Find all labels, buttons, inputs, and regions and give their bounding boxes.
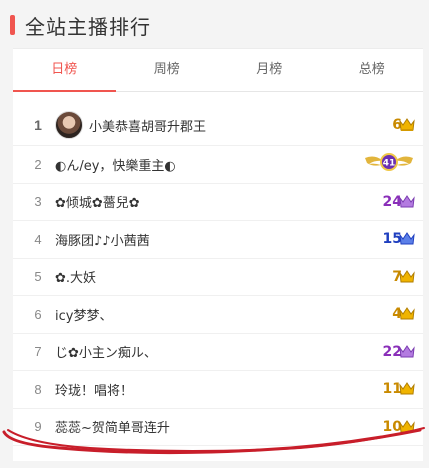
tab-weekly[interactable]: 周榜 bbox=[116, 49, 219, 91]
winged-crest-icon: 41 bbox=[363, 152, 415, 176]
tab-monthly[interactable]: 月榜 bbox=[218, 49, 321, 91]
level-badge: 4 bbox=[392, 306, 415, 322]
list-item[interactable]: 4 海豚团♪♪小茜茜 15 bbox=[13, 221, 423, 259]
rank-number: 7 bbox=[34, 344, 42, 360]
anchor-name[interactable]: じ✿小主ン痴ル、 bbox=[55, 342, 157, 361]
list-item[interactable]: 5 ✿.大妖 7 bbox=[13, 259, 423, 296]
level-badge: 41 bbox=[363, 152, 415, 176]
list-item[interactable]: 7 じ✿小主ン痴ル、 22 bbox=[13, 334, 423, 371]
ranking-list: 1 小美恭喜胡哥升郡王 6 2 ◐ん/ey，快樂重主◐ 41 3 ✿倾城✿薔兒✿… bbox=[13, 105, 423, 446]
rank-number: 4 bbox=[34, 231, 42, 247]
list-item[interactable]: 6 icy梦梦、 4 bbox=[13, 296, 423, 334]
rank-number: 6 bbox=[34, 306, 42, 322]
accent-bar bbox=[10, 15, 15, 35]
anchor-name[interactable]: ✿.大妖 bbox=[55, 267, 96, 286]
list-item[interactable]: 8 玲珑！唱将！ 11 bbox=[13, 371, 423, 409]
rank-number: 3 bbox=[34, 194, 42, 210]
ranking-panel: 日榜 周榜 月榜 总榜 1 小美恭喜胡哥升郡王 6 2 ◐ん/ey，快樂重主◐ bbox=[13, 48, 423, 461]
level-number: 41 bbox=[383, 159, 396, 169]
crown-icon bbox=[399, 307, 415, 321]
anchor-name[interactable]: ◐ん/ey，快樂重主◐ bbox=[55, 155, 176, 174]
tab-daily[interactable]: 日榜 bbox=[13, 49, 116, 92]
list-item[interactable]: 2 ◐ん/ey，快樂重主◐ 41 bbox=[13, 146, 423, 184]
tab-bar: 日榜 周榜 月榜 总榜 bbox=[13, 49, 423, 92]
red-scribble-annotation bbox=[2, 427, 425, 455]
level-badge: 15 bbox=[383, 231, 415, 247]
level-badge: 11 bbox=[383, 381, 415, 397]
level-badge: 24 bbox=[383, 194, 415, 210]
crown-icon bbox=[399, 118, 415, 132]
level-badge: 7 bbox=[392, 269, 415, 285]
anchor-name[interactable]: ✿倾城✿薔兒✿ bbox=[55, 192, 140, 211]
crown-icon bbox=[399, 344, 415, 359]
rank-number: 1 bbox=[34, 117, 42, 133]
list-item[interactable]: 3 ✿倾城✿薔兒✿ 24 bbox=[13, 184, 423, 221]
crown-icon bbox=[399, 194, 415, 209]
rank-number: 5 bbox=[34, 269, 42, 285]
crown-icon bbox=[399, 382, 415, 396]
level-badge: 6 bbox=[392, 117, 415, 133]
tab-total[interactable]: 总榜 bbox=[321, 49, 424, 91]
section-header: 全站主播排行 bbox=[10, 8, 151, 42]
anchor-name[interactable]: 小美恭喜胡哥升郡王 bbox=[89, 116, 206, 135]
crown-icon bbox=[399, 269, 415, 284]
anchor-name[interactable]: 海豚团♪♪小茜茜 bbox=[55, 230, 150, 249]
list-item[interactable]: 1 小美恭喜胡哥升郡王 6 bbox=[13, 105, 423, 146]
crown-icon bbox=[399, 232, 415, 246]
level-badge: 22 bbox=[383, 344, 415, 360]
anchor-name[interactable]: icy梦梦、 bbox=[55, 305, 112, 324]
avatar[interactable] bbox=[55, 111, 83, 139]
rank-number: 8 bbox=[34, 381, 42, 397]
rank-number: 2 bbox=[34, 156, 42, 172]
page-title: 全站主播排行 bbox=[25, 14, 151, 39]
anchor-name[interactable]: 玲珑！唱将！ bbox=[55, 380, 133, 399]
